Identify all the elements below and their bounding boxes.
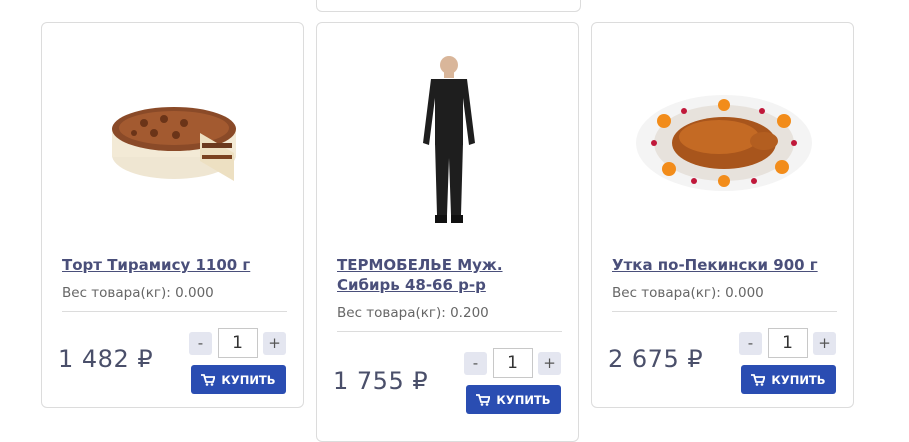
divider [337, 331, 562, 332]
increase-button[interactable]: + [538, 351, 561, 375]
product-image[interactable] [612, 43, 835, 243]
product-image[interactable] [337, 43, 560, 243]
previous-row-card [316, 0, 581, 12]
product-image[interactable] [62, 43, 285, 243]
quantity-stepper: - + [739, 327, 836, 359]
product-card: ТЕРМОБЕЛЬЕ Муж. Сибирь 48-66 р-р Вес тов… [316, 22, 579, 442]
product-title-link[interactable]: Торт Тирамису 1100 г [62, 255, 287, 275]
quantity-stepper: - + [464, 347, 561, 379]
buy-button[interactable]: КУПИТЬ [741, 365, 836, 394]
increase-button[interactable]: + [813, 331, 836, 355]
cart-icon [751, 373, 766, 386]
product-title-link[interactable]: ТЕРМОБЕЛЬЕ Муж. Сибирь 48-66 р-р [337, 255, 562, 295]
cart-icon [201, 373, 216, 386]
product-card: Торт Тирамису 1100 г Вес товара(кг): 0.0… [41, 22, 304, 408]
product-weight: Вес товара(кг): 0.000 [612, 285, 764, 301]
product-card: Утка по-Пекински 900 г Вес товара(кг): 0… [591, 22, 854, 408]
product-weight: Вес товара(кг): 0.000 [62, 285, 214, 301]
tiramisu-cake-icon [111, 107, 236, 181]
decrease-button[interactable]: - [739, 331, 762, 355]
quantity-stepper: - + [189, 327, 286, 359]
product-weight: Вес товара(кг): 0.200 [337, 305, 489, 321]
buy-label: КУПИТЬ [771, 372, 826, 387]
quantity-input[interactable] [492, 348, 533, 378]
divider [612, 311, 837, 312]
decrease-button[interactable]: - [189, 331, 212, 355]
quantity-input[interactable] [767, 328, 808, 358]
quantity-input[interactable] [217, 328, 258, 358]
product-price: 2 675 ₽ [608, 345, 704, 373]
buy-button[interactable]: КУПИТЬ [466, 385, 561, 414]
buy-label: КУПИТЬ [496, 392, 551, 407]
product-price: 1 755 ₽ [333, 367, 429, 395]
buy-button[interactable]: КУПИТЬ [191, 365, 286, 394]
increase-button[interactable]: + [263, 331, 286, 355]
cart-icon [476, 393, 491, 406]
product-price: 1 482 ₽ [58, 345, 154, 373]
decrease-button[interactable]: - [464, 351, 487, 375]
peking-duck-icon [635, 95, 812, 191]
buy-label: КУПИТЬ [221, 372, 276, 387]
product-title-link[interactable]: Утка по-Пекински 900 г [612, 255, 837, 275]
thermal-underwear-icon [422, 56, 475, 223]
divider [62, 311, 287, 312]
